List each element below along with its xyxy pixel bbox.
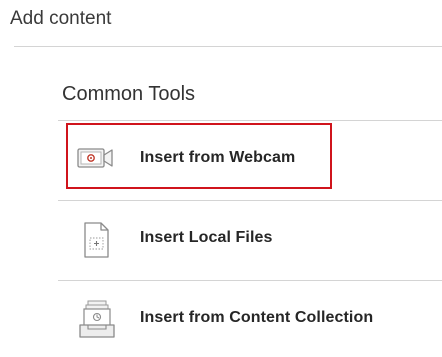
local-file-icon	[76, 217, 116, 261]
header-divider	[14, 46, 442, 47]
section-title: Common Tools	[62, 83, 196, 105]
tool-label: Insert from Webcam	[140, 149, 296, 166]
tool-insert-from-webcam[interactable]: Insert from Webcam	[58, 121, 442, 201]
tool-insert-from-content-collection[interactable]: Insert from Content Collection	[58, 281, 442, 357]
tool-label: Insert Local Files	[140, 229, 273, 246]
tool-label: Insert from Content Collection	[140, 309, 374, 326]
tool-insert-local-files[interactable]: Insert Local Files	[58, 201, 442, 281]
add-content-panel: Add content Common Tools Insert from Web…	[0, 0, 442, 357]
webcam-icon	[76, 137, 116, 181]
page-title: Add content	[10, 8, 112, 29]
content-collection-icon	[76, 297, 116, 341]
